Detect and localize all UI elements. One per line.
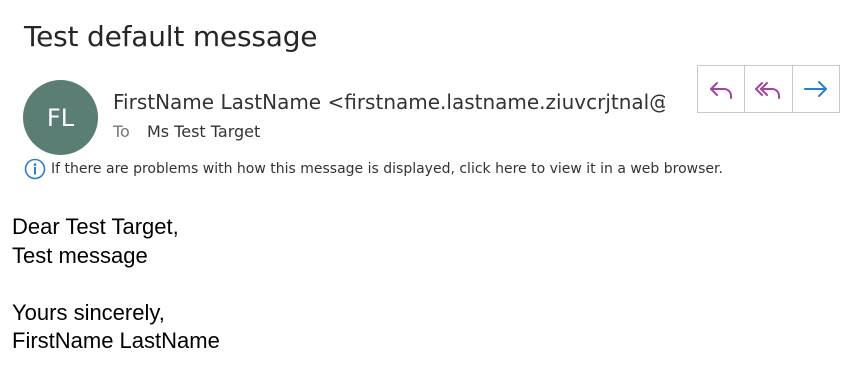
forward-button[interactable] [791,66,839,112]
to-label: To [113,122,130,141]
forward-icon [803,81,827,97]
message-actions [697,65,840,113]
message-body: Dear Test Target, Test message Yours sin… [12,213,220,356]
display-problem-notice[interactable]: If there are problems with how this mess… [24,158,723,180]
email-subject: Test default message [24,20,318,53]
reply-button[interactable] [698,66,744,112]
avatar: FL [23,80,98,155]
recipient-line: To Ms Test Target [113,122,260,141]
body-line: FirstName LastName [12,328,220,353]
body-line: Dear Test Target, [12,214,179,239]
body-line: Test message [12,242,148,268]
recipient-name[interactable]: Ms Test Target [147,122,260,141]
avatar-initials: FL [46,103,75,132]
body-line [12,270,220,299]
reply-icon [710,82,733,99]
reply-all-button[interactable] [744,66,791,112]
body-line: Yours sincerely, [12,299,165,325]
sender-line[interactable]: FirstName LastName <firstname.lastname.z… [113,90,665,114]
reply-all-icon [755,82,781,99]
info-message[interactable]: If there are problems with how this mess… [51,161,723,177]
info-icon [24,158,46,180]
